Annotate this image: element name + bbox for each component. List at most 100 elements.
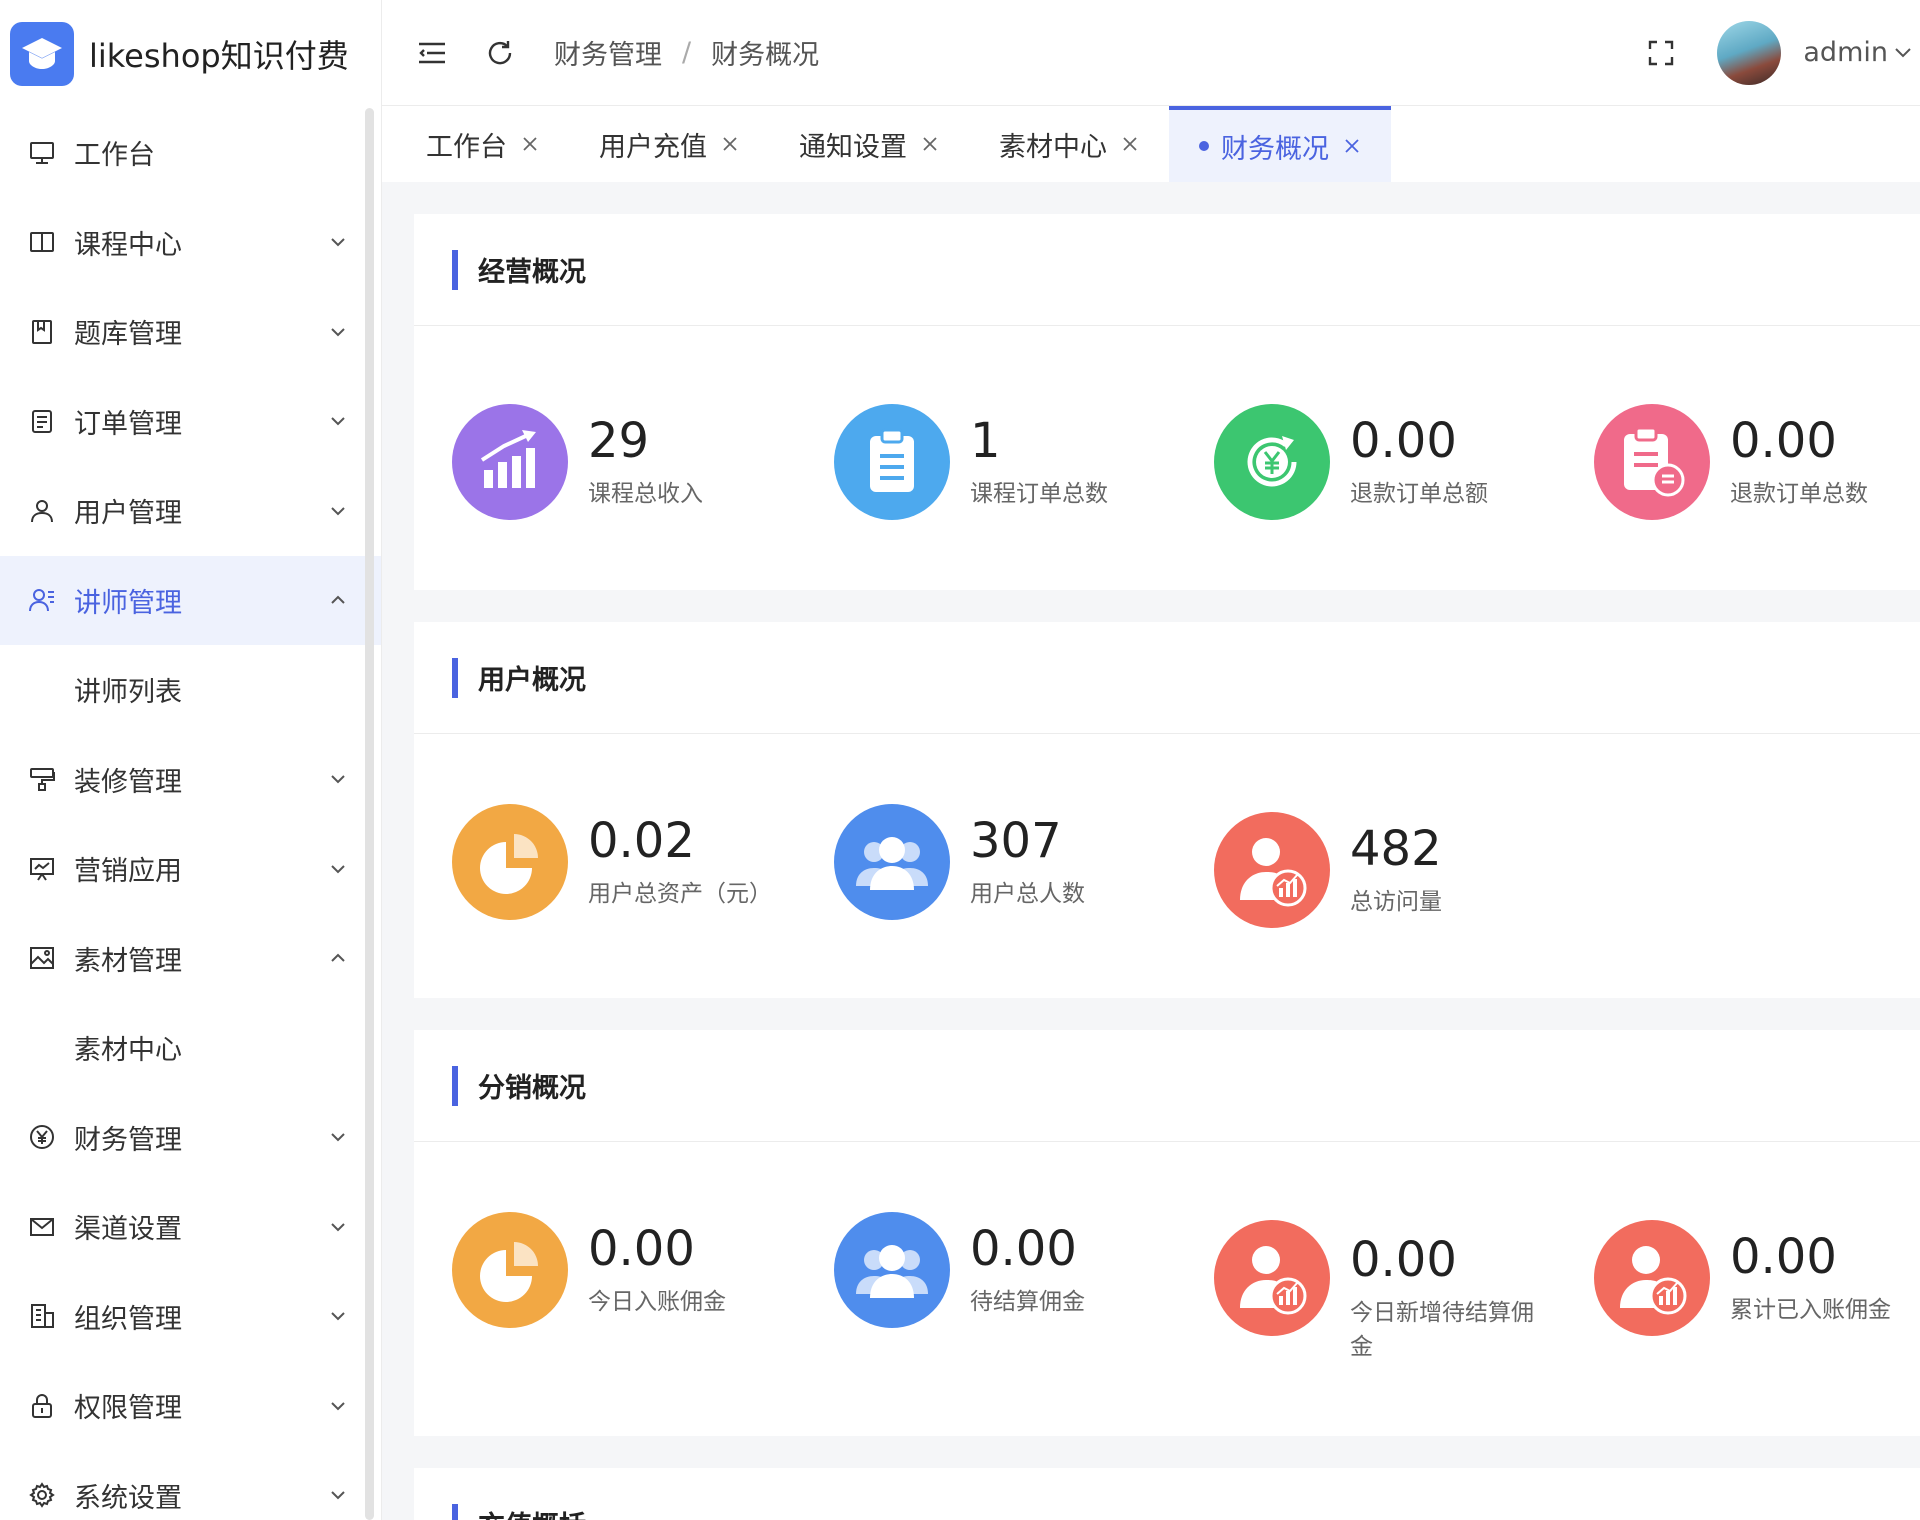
stat-today-new-pending: 0.00 今日新增待结算佣金: [1214, 1220, 1550, 1364]
logo[interactable]: likeshop知识付费: [0, 0, 381, 108]
stat-label: 退款订单总数: [1730, 481, 1868, 507]
card-header: 充值概括: [414, 1468, 1920, 1520]
sidebar-item-organization[interactable]: 组织管理: [0, 1272, 381, 1362]
tab-bar: 工作台 用户充值 通知设置 素材中心 财务概况: [382, 106, 1920, 182]
close-icon[interactable]: [1343, 137, 1361, 155]
stat-course-revenue: 29 课程总收入: [452, 404, 703, 520]
title-accent-bar: [452, 249, 458, 290]
refresh-icon[interactable]: [484, 37, 516, 69]
sidebar-item-system-settings[interactable]: 系统设置: [0, 1451, 381, 1520]
tab-workbench[interactable]: 工作台: [396, 106, 569, 182]
sidebar-scrollbar[interactable]: [365, 108, 374, 1520]
breadcrumb-separator: /: [682, 37, 692, 68]
avatar[interactable]: [1717, 20, 1782, 85]
sidebar-item-marketing[interactable]: 营销应用: [0, 824, 381, 914]
stat-course-orders: 1 课程订单总数: [834, 404, 1108, 520]
question-bank-icon: [26, 316, 58, 348]
title-accent-bar: [452, 657, 458, 698]
users-icon: [834, 1212, 950, 1328]
sidebar-item-label: 财务管理: [74, 1124, 182, 1156]
tab-label: 财务概况: [1221, 133, 1329, 165]
chevron-down-icon: [328, 1217, 348, 1237]
close-icon[interactable]: [921, 135, 939, 153]
chevron-up-icon: [328, 948, 348, 968]
sidebar-item-course-center[interactable]: 课程中心: [0, 198, 381, 288]
sidebar-item-label: 用户管理: [74, 498, 182, 530]
user-icon: [26, 495, 58, 527]
card-header: 用户概况: [414, 622, 1920, 734]
sidebar-item-question-bank[interactable]: 题库管理: [0, 287, 381, 377]
close-icon[interactable]: [521, 135, 539, 153]
sidebar-item-decoration[interactable]: 装修管理: [0, 735, 381, 825]
tab-user-recharge[interactable]: 用户充值: [569, 106, 769, 182]
graduation-cap-icon: [10, 22, 74, 86]
gear-icon: [26, 1479, 58, 1511]
title-accent-bar: [452, 1065, 458, 1106]
breadcrumb-item-current: 财务概况: [711, 40, 820, 71]
tab-material-center[interactable]: 素材中心: [969, 106, 1169, 182]
stat-label: 退款订单总额: [1350, 481, 1488, 507]
stat-refund-amount: 0.00 退款订单总额: [1214, 404, 1488, 520]
sidebar-item-workbench[interactable]: 工作台: [0, 108, 381, 198]
sidebar-item-teachers[interactable]: 讲师管理: [0, 555, 381, 645]
menu-fold-icon[interactable]: [416, 37, 448, 69]
stat-value: 0.02: [588, 813, 695, 869]
stat-value: 0.00: [1350, 1232, 1457, 1288]
chevron-up-icon: [328, 590, 348, 610]
chevron-down-icon: [328, 322, 348, 342]
fullscreen-icon[interactable]: [1645, 37, 1677, 69]
sidebar-item-materials[interactable]: 素材管理: [0, 914, 381, 1004]
chevron-down-icon: [328, 769, 348, 789]
revenue-chart-icon: [452, 404, 568, 520]
sidebar-item-finance[interactable]: 财务管理: [0, 1093, 381, 1183]
decoration-icon: [26, 763, 58, 795]
card-title: 充值概括: [478, 1504, 586, 1520]
business-overview-card: 经营概况 29 课程总收入 1 课程订单总数 0.00 退款订单总额 0.00 …: [414, 214, 1920, 590]
card-header: 分销概况: [414, 1030, 1920, 1142]
sidebar-item-orders[interactable]: 订单管理: [0, 377, 381, 467]
sidebar-item-teacher-list[interactable]: 讲师列表: [0, 645, 381, 735]
marketing-icon: [26, 853, 58, 885]
tab-label: 通知设置: [799, 131, 907, 163]
sidebar-item-users[interactable]: 用户管理: [0, 466, 381, 556]
sidebar-item-permissions[interactable]: 权限管理: [0, 1361, 381, 1451]
sidebar-item-label: 讲师列表: [74, 677, 182, 709]
chevron-down-icon: [328, 1127, 348, 1147]
user-overview-card: 用户概况 0.02 用户总资产（元） 307 用户总人数 482 总访问量: [414, 622, 1920, 998]
card-title: 分销概况: [478, 1073, 586, 1104]
chevron-down-icon[interactable]: [1892, 37, 1914, 69]
stat-total-visits: 482 总访问量: [1214, 812, 1442, 928]
tab-notification-settings[interactable]: 通知设置: [769, 106, 969, 182]
sidebar-item-channels[interactable]: 渠道设置: [0, 1182, 381, 1272]
chevron-down-icon: [328, 501, 348, 521]
clipboard-icon: [834, 404, 950, 520]
organization-icon: [26, 1300, 58, 1332]
stat-value: 29: [588, 413, 650, 469]
card-header: 经营概况: [414, 214, 1920, 326]
app-name: likeshop知识付费: [89, 37, 349, 75]
refund-clipboard-icon: [1594, 404, 1710, 520]
refund-yen-icon: [1214, 404, 1330, 520]
chevron-down-icon: [328, 859, 348, 879]
breadcrumb-item[interactable]: 财务管理: [554, 33, 662, 72]
pie-chart-icon: [452, 804, 568, 920]
username[interactable]: admin: [1803, 37, 1888, 68]
stat-value: 0.00: [970, 1221, 1077, 1277]
stat-pending-commission: 0.00 待结算佣金: [834, 1212, 1085, 1328]
stat-value: 1: [970, 413, 1001, 469]
stat-total-commission: 0.00 累计已入账佣金: [1594, 1220, 1891, 1336]
tab-label: 素材中心: [999, 131, 1107, 163]
stat-label: 今日入账佣金: [588, 1289, 726, 1315]
chevron-down-icon: [328, 1306, 348, 1326]
stat-value: 482: [1350, 821, 1442, 877]
tab-finance-overview[interactable]: 财务概况: [1169, 106, 1391, 182]
chevron-down-icon: [328, 232, 348, 252]
sidebar-item-label: 渠道设置: [74, 1214, 182, 1246]
close-icon[interactable]: [1121, 135, 1139, 153]
user-analytics-icon: [1214, 1220, 1330, 1336]
sidebar-item-material-center[interactable]: 素材中心: [0, 1003, 381, 1093]
sidebar-item-label: 系统设置: [74, 1482, 182, 1514]
sidebar-item-label: 组织管理: [74, 1303, 182, 1335]
close-icon[interactable]: [721, 135, 739, 153]
image-icon: [26, 942, 58, 974]
